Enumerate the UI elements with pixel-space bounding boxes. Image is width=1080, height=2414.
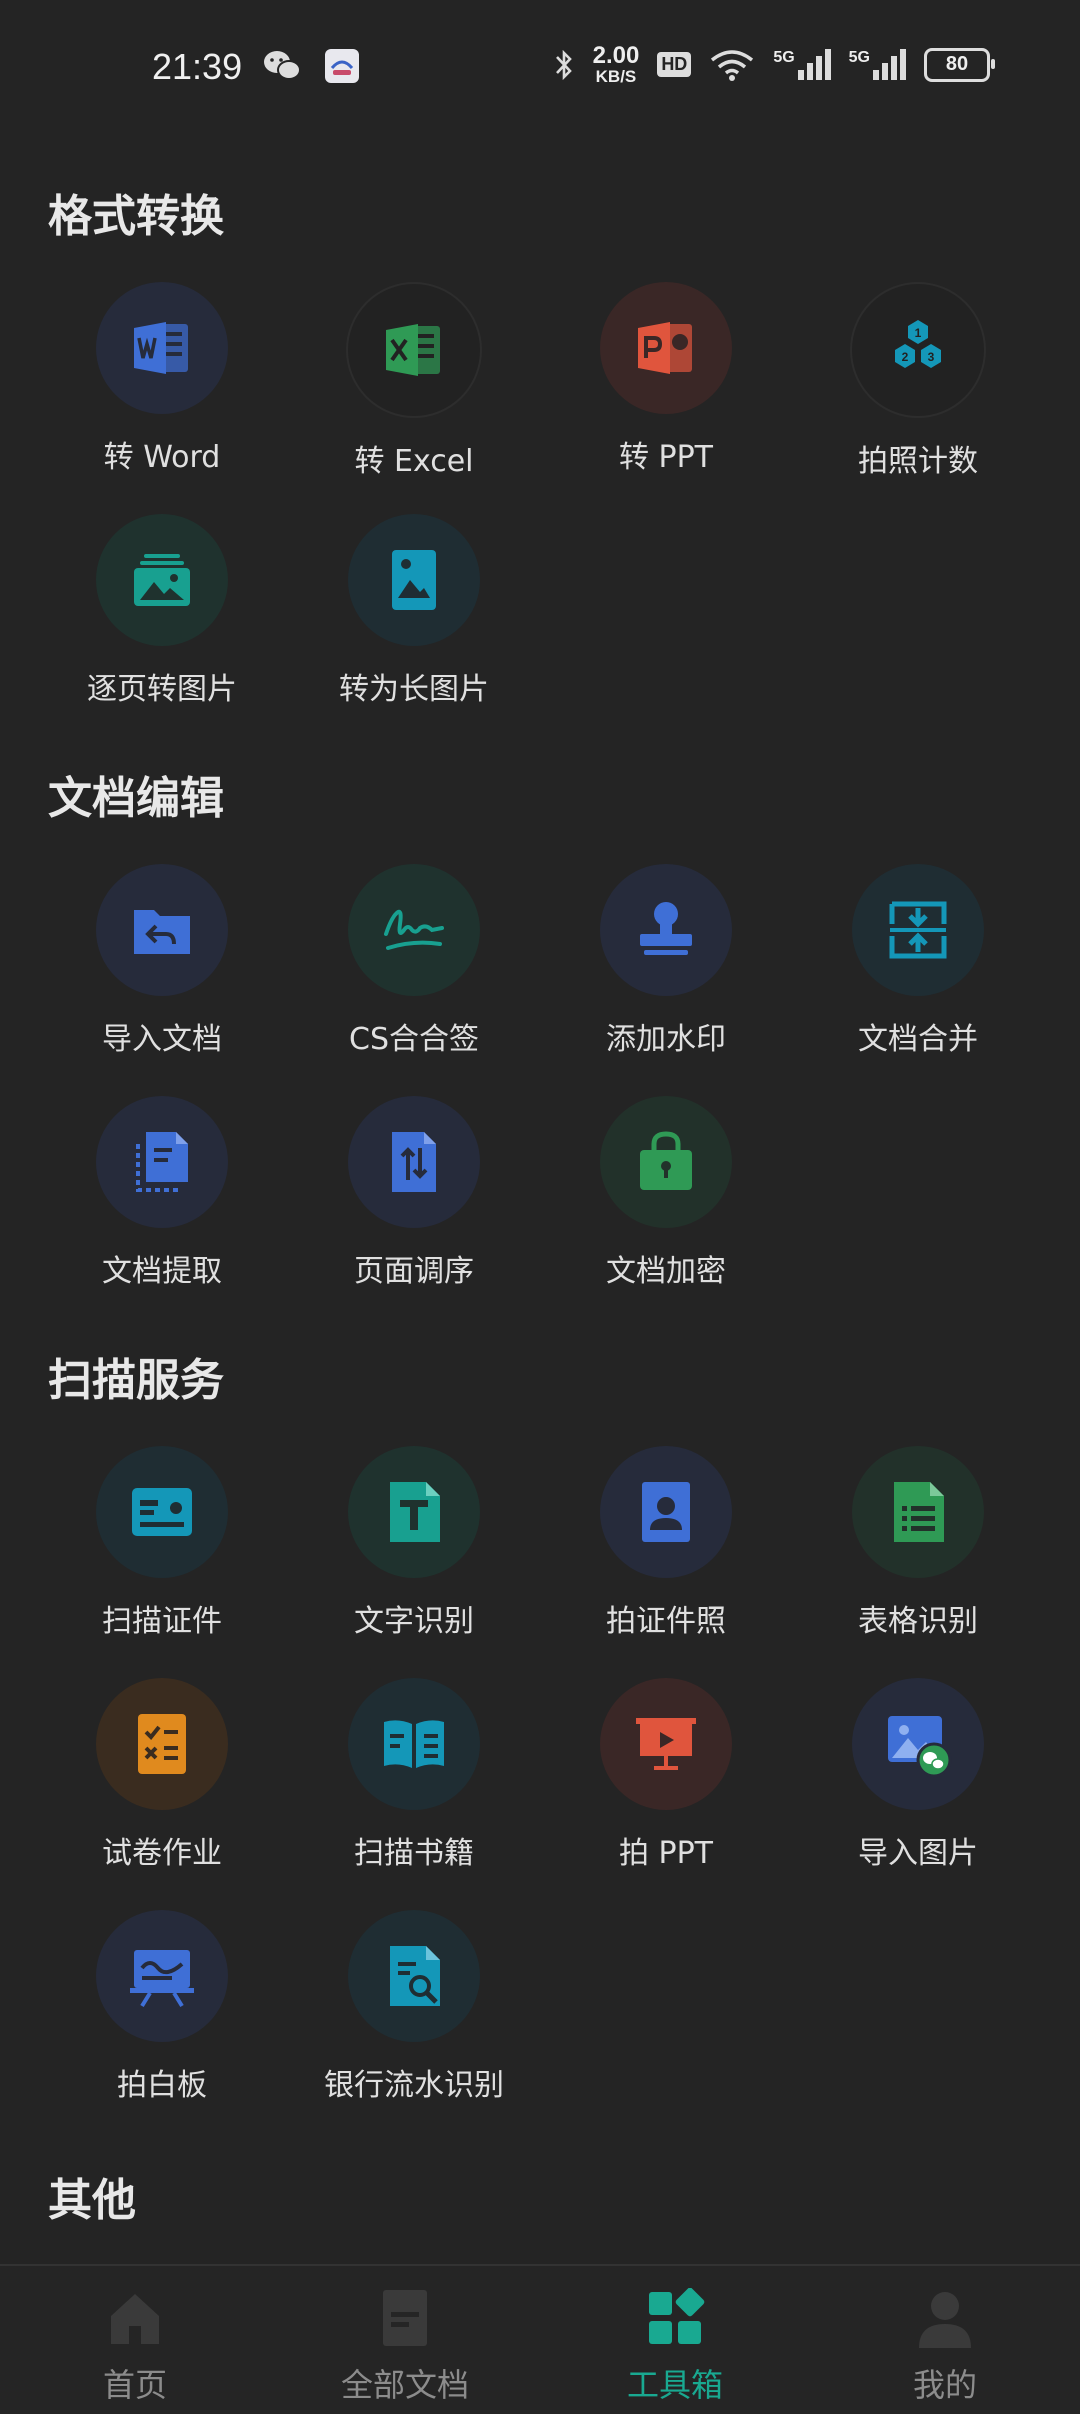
ppt-icon [638,322,692,374]
tool-exam-homework[interactable]: 试卷作业 [36,1678,288,1872]
documents-icon [383,2290,427,2346]
tool-merge-document[interactable]: 文档合并 [792,864,1044,1058]
excel-icon [386,324,440,376]
tool-to-long-image[interactable]: 转为长图片 [288,514,540,708]
section-title-format: 格式转换 [48,191,224,242]
signature-icon [384,909,444,950]
merge-icon [889,901,947,959]
id-card-icon [132,1488,192,1536]
nav-toolbox[interactable]: 工具箱 [540,2266,810,2414]
count-icon: 1 2 3 [895,320,941,368]
cloud-app-icon [325,49,359,83]
home-icon [111,2294,159,2344]
tool-cs-sign[interactable]: CS合合签 [288,864,540,1058]
tool-scan-id[interactable]: 扫描证件 [36,1446,288,1640]
nav-profile[interactable]: 我的 [810,2266,1080,2414]
tool-page-to-image[interactable]: 逐页转图片 [36,514,288,708]
tool-whiteboard[interactable]: 拍白板 [36,1910,288,2104]
import-image-icon [888,1716,952,1778]
bottom-navigation: 首页 全部文档 工具箱 我的 [0,2264,1080,2414]
tool-encrypt-document[interactable]: 文档加密 [540,1096,792,1290]
tool-extract-document[interactable]: 文档提取 [36,1096,288,1290]
tool-page-reorder[interactable]: 页面调序 [288,1096,540,1290]
tool-scan-book[interactable]: 扫描书籍 [288,1678,540,1872]
lock-icon [640,1131,692,1190]
nav-home[interactable]: 首页 [0,2266,270,2414]
battery-indicator: 80 [924,47,995,82]
tool-import-document[interactable]: 导入文档 [36,864,288,1058]
section-title-edit: 文档编辑 [48,773,224,824]
svg-text:1: 1 [915,326,922,340]
svg-text:2: 2 [902,350,909,364]
tool-capture-ppt[interactable]: 拍 PPT [540,1678,792,1872]
section-title-scan: 扫描服务 [48,1355,224,1406]
presentation-icon [636,1718,696,1770]
status-time: 21:39 [152,46,243,87]
whiteboard-icon [130,1950,194,2008]
table-ocr-icon [894,1482,944,1542]
status-bar: 21:39 2.00 KB/S HD 5G 5G 80 [0,0,1080,140]
signal-1-icon: 5G [773,49,831,80]
tool-add-watermark[interactable]: 添加水印 [540,864,792,1058]
signal-2-icon: 5G [849,49,906,80]
tool-to-word[interactable]: 转 Word [36,282,288,476]
bluetooth-icon [555,49,572,80]
import-folder-icon [134,910,190,954]
tool-to-ppt[interactable]: 转 PPT [540,282,792,476]
tool-table-ocr[interactable]: 表格识别 [792,1446,1044,1640]
text-ocr-icon [390,1482,440,1542]
book-icon [384,1720,444,1768]
word-icon [134,322,188,374]
image-stack-icon [134,554,190,606]
reorder-icon [392,1132,436,1192]
tool-import-image[interactable]: 导入图片 [792,1678,1044,1872]
wifi-icon [711,49,754,81]
toolbox-icon [649,2288,705,2344]
long-image-icon [392,550,436,610]
profile-icon [919,2292,971,2348]
svg-text:3: 3 [928,350,935,364]
nav-all-documents[interactable]: 全部文档 [270,2266,540,2414]
stamp-icon [640,902,692,955]
tool-id-photo[interactable]: 拍证件照 [540,1446,792,1640]
tool-photo-count[interactable]: 1 2 3 拍照计数 [792,282,1044,480]
tool-text-ocr[interactable]: 文字识别 [288,1446,540,1640]
extract-icon [136,1132,188,1192]
section-title-other: 其他 [48,2175,136,2226]
id-photo-icon [642,1482,690,1542]
exam-icon [138,1714,186,1774]
bank-statement-icon [390,1946,440,2006]
tool-bank-statement-ocr[interactable]: 银行流水识别 [288,1910,540,2104]
net-speed: 2.00 KB/S [592,42,640,86]
wechat-icon [264,51,301,80]
hd-badge: HD [657,52,692,77]
tool-to-excel[interactable]: 转 Excel [288,282,540,480]
